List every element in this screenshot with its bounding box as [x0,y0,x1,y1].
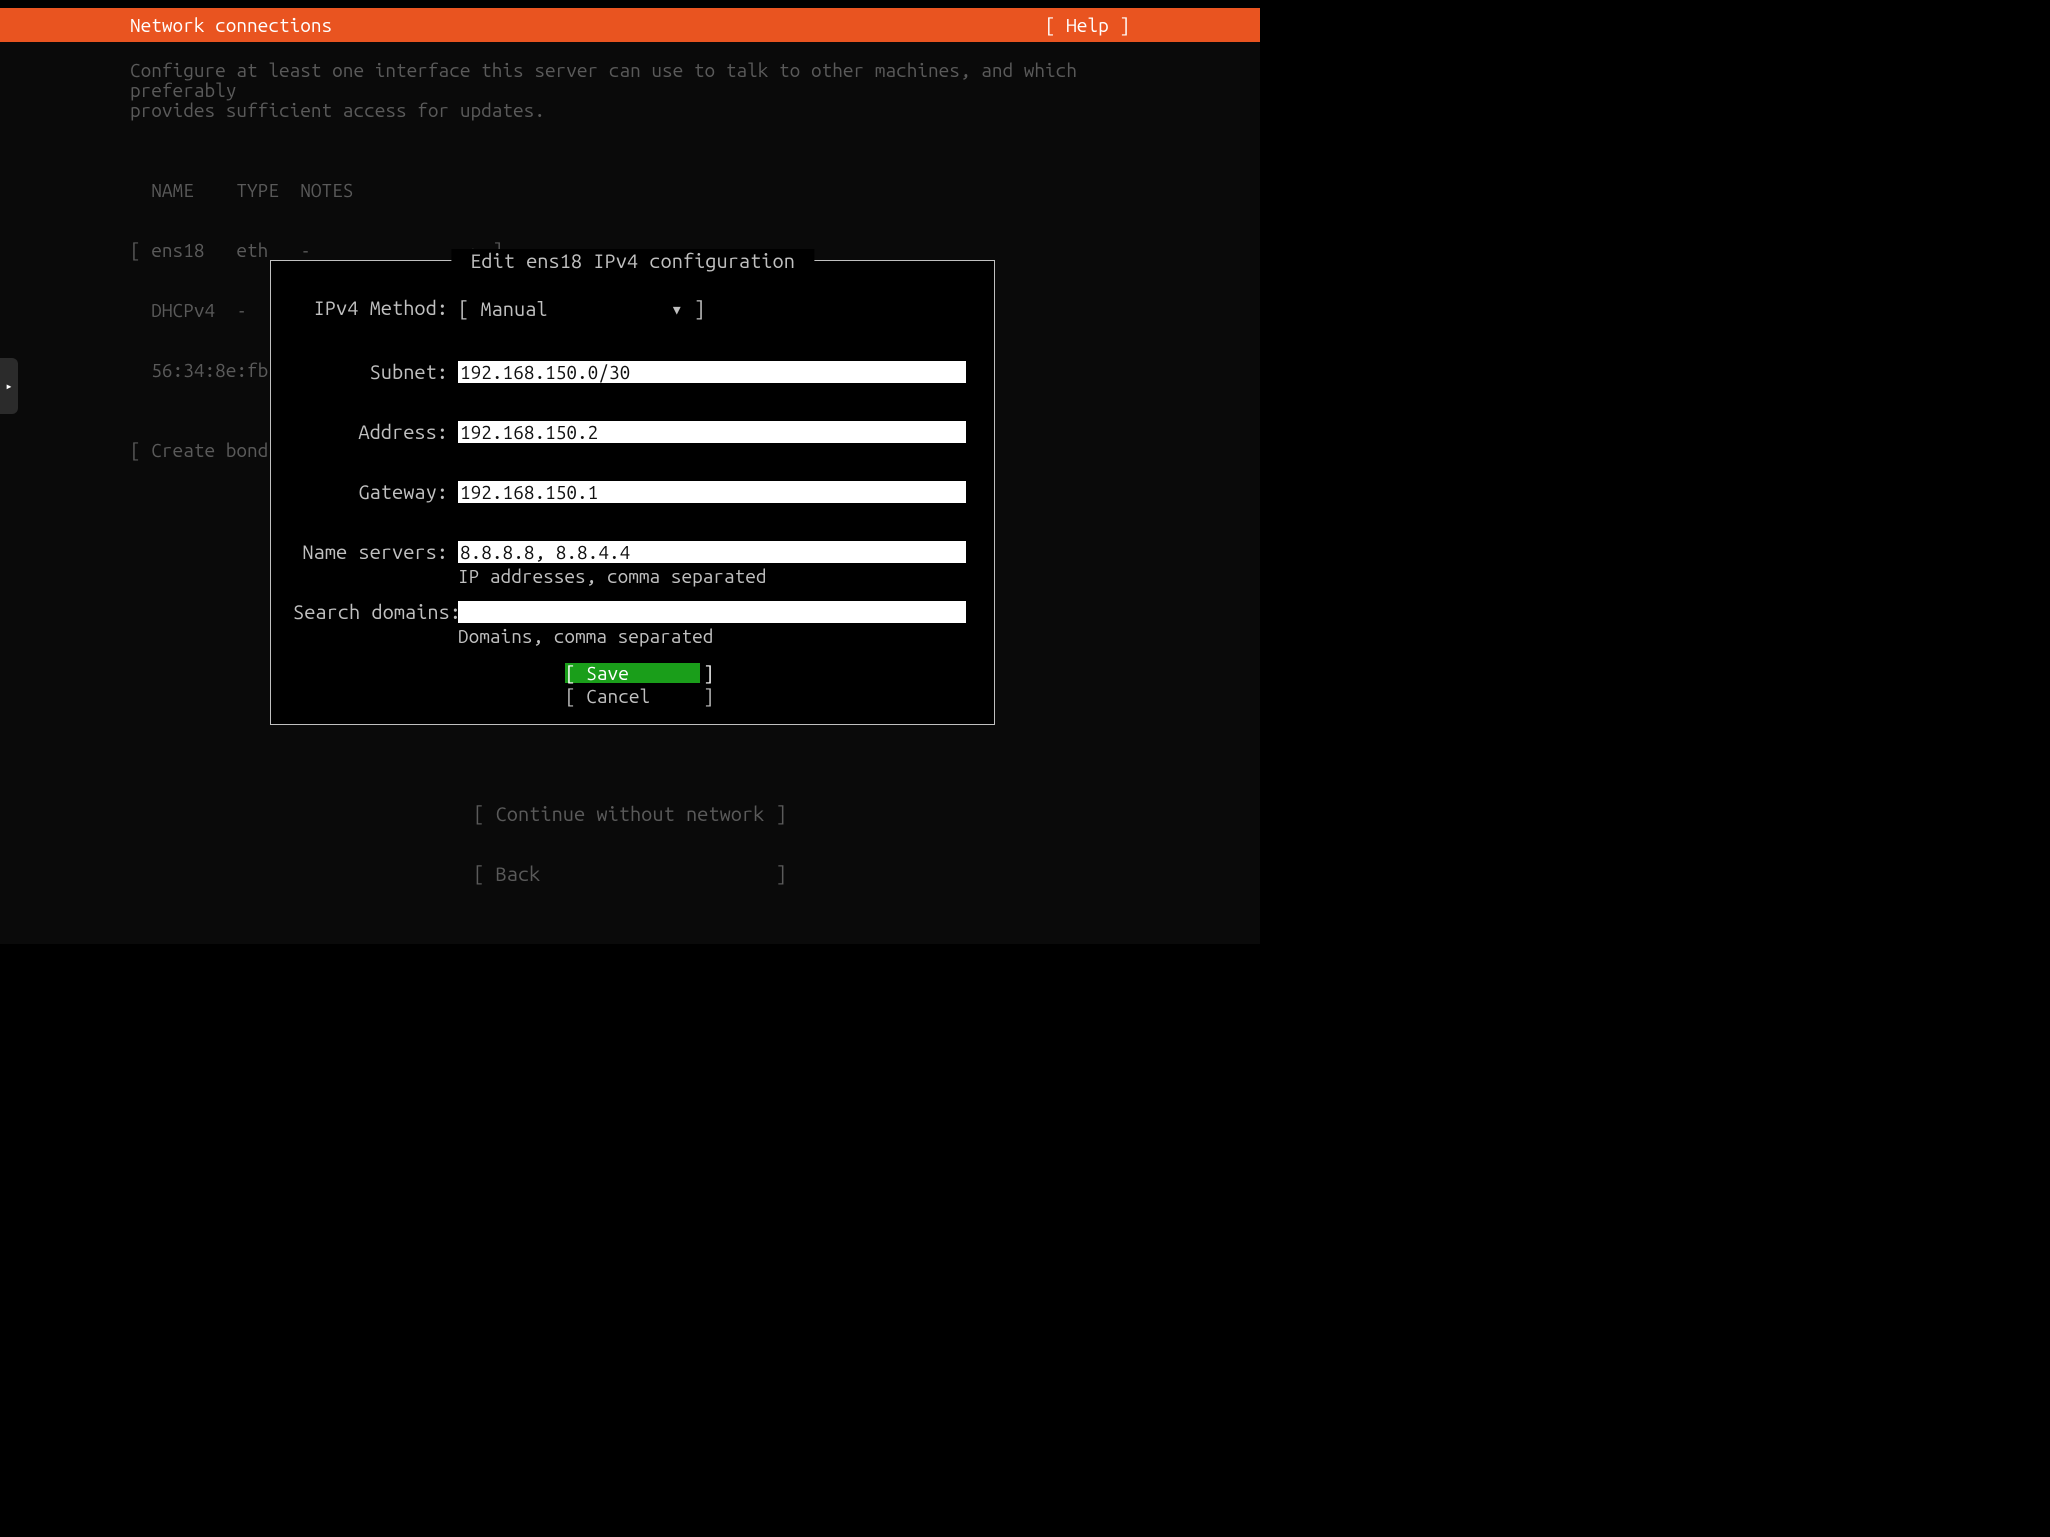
name-servers-hint: IP addresses, comma separated [458,565,972,587]
gateway-label: Gateway: [293,481,458,503]
intro-text: Configure at least one interface this se… [130,60,1130,120]
name-servers-input[interactable] [458,541,966,563]
iface-header: NAME TYPE NOTES [130,180,1260,200]
footer-actions: [ Continue without network ] [ Back ] [0,764,1260,924]
subnet-input[interactable] [458,361,966,383]
help-button[interactable]: [ Help ] [1045,8,1240,42]
save-button[interactable]: [ Save ] [565,663,700,683]
page-title: Network connections [130,8,332,42]
intro-line: Configure at least one interface this se… [130,60,1130,100]
dialog-title: Edit ens18 IPv4 configuration [451,249,814,272]
search-domains-label: Search domains: [293,601,458,623]
gateway-input[interactable] [458,481,966,503]
intro-line: provides sufficient access for updates. [130,100,1130,120]
header-bar: Network connections [ Help ] [0,8,1260,42]
search-domains-input[interactable] [458,601,966,623]
back-button[interactable]: [ Back ] [0,864,1260,884]
cancel-button[interactable]: [ Cancel ] [565,686,700,706]
edit-ipv4-dialog: Edit ens18 IPv4 configuration IPv4 Metho… [270,260,995,725]
ipv4-method-select[interactable]: [ Manual ▾ ] [458,297,705,321]
address-input[interactable] [458,421,966,443]
side-expand-tab[interactable]: ▸ [0,358,18,414]
subnet-label: Subnet: [293,361,458,383]
ipv4-method-label: IPv4 Method: [293,297,458,319]
chevron-right-icon: ▸ [5,379,12,393]
continue-without-network-button[interactable]: [ Continue without network ] [0,804,1260,824]
address-label: Address: [293,421,458,443]
search-domains-hint: Domains, comma separated [458,625,972,647]
name-servers-label: Name servers: [293,541,458,563]
